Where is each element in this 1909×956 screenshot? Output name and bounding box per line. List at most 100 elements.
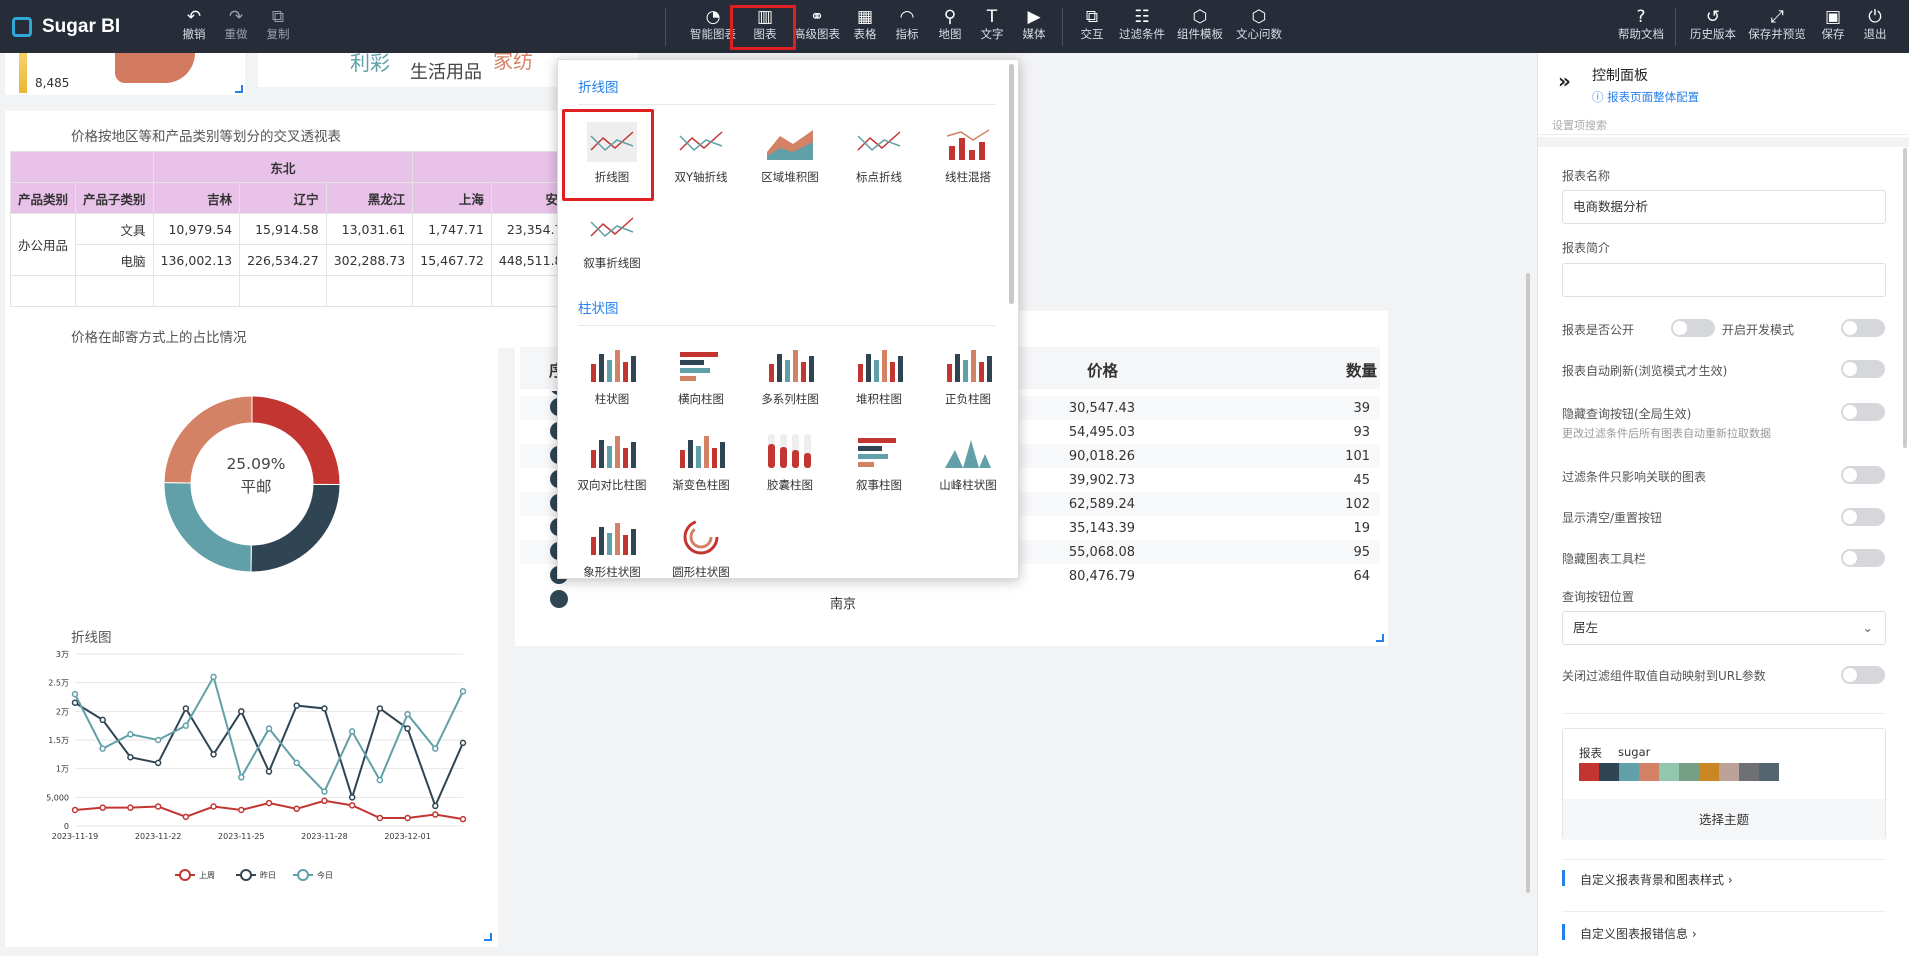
data-point[interactable] (71, 806, 79, 814)
hide-toolbar-toggle[interactable] (1841, 549, 1885, 567)
data-point[interactable] (293, 702, 300, 709)
resize-handle[interactable] (484, 933, 492, 941)
canvas-scrollbar[interactable] (1526, 273, 1530, 893)
report-name-input[interactable]: 电商数据分析 (1562, 190, 1886, 224)
data-point[interactable] (321, 797, 328, 805)
data-point[interactable] (265, 725, 273, 732)
data-point[interactable] (210, 751, 217, 758)
data-point[interactable] (293, 805, 300, 813)
data-point[interactable] (99, 745, 106, 752)
data-point[interactable] (238, 774, 245, 781)
auto-refresh-toggle[interactable] (1841, 360, 1885, 378)
chart-type-item[interactable]: 正负柱图 (926, 342, 1010, 407)
save-preview-button[interactable]: ⤢ 保存并预览 (1745, 8, 1809, 41)
data-point[interactable] (348, 802, 356, 809)
data-point[interactable] (376, 814, 384, 822)
data-point[interactable] (182, 722, 190, 729)
data-point[interactable] (432, 745, 439, 752)
data-point[interactable] (127, 804, 134, 811)
template-button[interactable]: ⬡ 组件模板 (1170, 8, 1230, 41)
map-card[interactable]: 8,485 (5, 53, 245, 95)
chart-type-item[interactable]: 胶囊柱图 (748, 428, 832, 493)
data-point[interactable] (127, 753, 134, 761)
chart-type-item[interactable]: 双Y轴折线 (659, 120, 743, 185)
data-point[interactable] (154, 736, 162, 744)
data-point[interactable] (238, 806, 245, 814)
chart-type-item[interactable]: 象形柱状图 (570, 515, 654, 580)
data-point[interactable] (432, 811, 439, 818)
choose-theme-button[interactable]: 选择主题 (1563, 799, 1885, 840)
chart-type-item[interactable]: 横向柱图 (659, 342, 743, 407)
copy-button[interactable]: ⧉ 复制 (260, 8, 296, 41)
chart-type-item[interactable]: 叙事柱图 (837, 428, 921, 493)
chart-type-item[interactable]: 多系列柱图 (748, 342, 832, 407)
data-point[interactable] (459, 739, 467, 747)
show-reset-toggle[interactable] (1841, 508, 1885, 526)
media-button[interactable]: ▶ 媒体 (1004, 8, 1064, 41)
filter-button[interactable]: ☷ 过滤条件 (1112, 8, 1172, 41)
data-point[interactable] (321, 788, 328, 795)
query-pos-select[interactable]: 居左 ⌄ (1562, 611, 1886, 645)
dropdown-scrollbar[interactable] (1009, 64, 1014, 304)
legend-item[interactable]: 昨日 (236, 869, 276, 881)
legend-item[interactable]: 上周 (175, 869, 215, 881)
data-point[interactable] (348, 728, 356, 735)
redo-button[interactable]: ↷ 重做 (218, 8, 254, 41)
data-point[interactable] (404, 710, 411, 718)
data-point[interactable] (182, 813, 190, 821)
collapse-panel-icon[interactable]: » (1558, 69, 1571, 93)
data-point[interactable] (293, 759, 300, 767)
legend-item[interactable]: 今日 (293, 869, 333, 881)
chart-type-item[interactable]: 圆形柱状图 (659, 515, 743, 580)
help-button[interactable]: ? 帮助文档 (1609, 8, 1673, 41)
data-point[interactable] (265, 799, 273, 807)
report-desc-input[interactable] (1562, 263, 1886, 297)
chart-type-item[interactable]: 渐变色柱图 (659, 428, 743, 493)
chart-type-item[interactable]: 区域堆积图 (748, 120, 832, 185)
table-row[interactable]: 南京 (520, 588, 1380, 612)
chart-type-item[interactable]: 叙事折线图 (570, 206, 654, 271)
panel-scrollbar[interactable] (1903, 148, 1907, 448)
history-button[interactable]: ↺ 历史版本 (1681, 8, 1745, 41)
data-point[interactable] (99, 716, 106, 724)
close-url-toggle[interactable] (1841, 666, 1885, 684)
custom-bg-link[interactable]: 自定义报表背景和图表样式 › (1580, 871, 1733, 888)
data-point[interactable] (127, 731, 134, 738)
custom-err-link[interactable]: 自定义图表报错信息 › (1580, 925, 1697, 942)
data-point[interactable] (459, 688, 467, 695)
data-point[interactable] (404, 814, 411, 822)
donut-card[interactable]: 价格在邮寄方式上的占比情况 25.09% 平邮 (5, 311, 498, 646)
chart-type-item[interactable]: 柱状图 (570, 342, 654, 407)
data-point[interactable] (376, 705, 384, 712)
chart-type-item[interactable]: 线柱混搭 (926, 120, 1010, 185)
data-point[interactable] (404, 725, 411, 732)
data-point[interactable] (71, 690, 79, 698)
data-point[interactable] (459, 815, 467, 823)
settings-search-input[interactable]: 设置项搜索 (1538, 117, 1909, 135)
data-point[interactable] (182, 705, 190, 712)
data-point[interactable] (210, 803, 217, 810)
data-point[interactable] (238, 708, 245, 715)
data-point[interactable] (210, 673, 217, 681)
data-point[interactable] (99, 804, 106, 811)
resize-handle[interactable] (235, 85, 243, 93)
undo-button[interactable]: ↶ 撤销 (176, 8, 212, 41)
chart-type-item[interactable]: 双向对比柱图 (570, 428, 654, 493)
resize-handle[interactable] (1376, 634, 1384, 642)
data-point[interactable] (376, 776, 384, 784)
data-point[interactable] (348, 794, 356, 801)
chart-type-item[interactable]: 标点折线 (837, 120, 921, 185)
panel-subtitle[interactable]: ⓘ 报表页面整体配置 (1592, 89, 1699, 105)
dev-mode-toggle[interactable] (1841, 319, 1885, 337)
filter-related-toggle[interactable] (1841, 466, 1885, 484)
data-point[interactable] (71, 699, 79, 706)
hide-query-toggle[interactable] (1841, 403, 1885, 421)
chart-type-item[interactable]: 山峰柱状图 (926, 428, 1010, 493)
data-point[interactable] (432, 802, 439, 810)
exit-button[interactable]: ⏻ 退出 (1843, 8, 1907, 41)
chart-type-item[interactable]: 堆积柱图 (837, 342, 921, 407)
public-toggle[interactable] (1671, 319, 1715, 337)
wenxin-button[interactable]: ⬡ 文心问数 (1229, 8, 1289, 41)
data-point[interactable] (321, 705, 328, 712)
data-point[interactable] (154, 803, 162, 810)
